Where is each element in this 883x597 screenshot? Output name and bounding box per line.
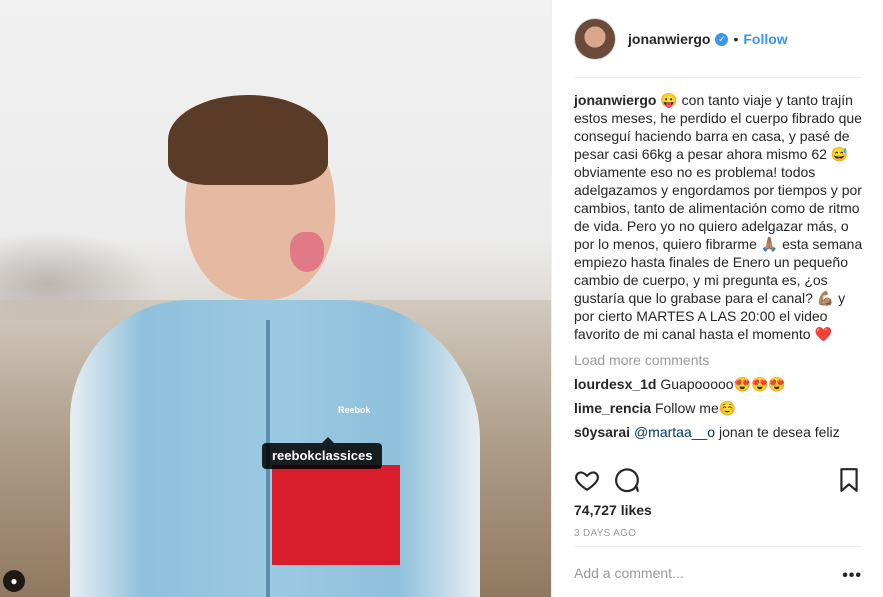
jacket-red-panel bbox=[272, 465, 400, 565]
comment-text: Guapooooo😍😍😍 bbox=[660, 376, 786, 392]
add-comment-input[interactable]: Add a comment... bbox=[574, 565, 684, 581]
comment-item: s0ysarai @martaa__o jonan te desea feliz bbox=[574, 423, 864, 441]
person-hair bbox=[168, 95, 328, 185]
comment-text: jonan te desea feliz bbox=[715, 424, 840, 440]
load-more-comments-link[interactable]: Load more comments bbox=[574, 351, 864, 369]
heart-icon[interactable] bbox=[574, 467, 600, 493]
header-username[interactable]: jonanwiergo bbox=[628, 31, 710, 47]
post-sidebar: jonanwiergo ✓ • Follow jonanwiergo 😛 con… bbox=[551, 0, 883, 597]
comment-username[interactable]: lourdesx_1d bbox=[574, 376, 656, 392]
verified-badge-icon: ✓ bbox=[715, 32, 729, 46]
comment-text: Follow me☺️ bbox=[654, 400, 737, 416]
separator-dot: • bbox=[733, 31, 739, 47]
caption-text: 😛 con tanto viaje y tanto trajín estos m… bbox=[574, 92, 863, 342]
caption-username[interactable]: jonanwiergo bbox=[574, 92, 656, 108]
product-tag[interactable]: reebokclassices bbox=[262, 437, 383, 469]
header-divider bbox=[574, 77, 862, 78]
more-options-icon[interactable]: ••• bbox=[842, 567, 862, 585]
avatar[interactable] bbox=[574, 18, 616, 60]
comment-username[interactable]: s0ysarai bbox=[574, 424, 630, 440]
footer-divider bbox=[574, 546, 862, 547]
person-tongue bbox=[290, 232, 324, 272]
comment-item: lime_rencia Follow me☺️ bbox=[574, 399, 864, 417]
comment-mention[interactable]: @martaa__o bbox=[634, 424, 715, 440]
comment-username[interactable]: lime_rencia bbox=[574, 400, 651, 416]
likes-count[interactable]: 74,727 likes bbox=[574, 502, 652, 518]
post-timestamp[interactable]: 3 DAYS AGO bbox=[574, 528, 636, 539]
bookmark-icon[interactable] bbox=[836, 467, 862, 493]
user-tag-icon[interactable]: ● bbox=[3, 570, 25, 592]
follow-button[interactable]: Follow bbox=[743, 31, 787, 47]
post-header: jonanwiergo ✓ • Follow bbox=[574, 18, 862, 60]
post-image[interactable]: Reebok reebokclassices ● bbox=[0, 0, 551, 597]
comments-section: jonanwiergo 😛 con tanto viaje y tanto tr… bbox=[574, 91, 864, 447]
brand-logo: Reebok bbox=[338, 405, 371, 415]
post-actions bbox=[574, 466, 862, 494]
comment-item: lourdesx_1d Guapooooo😍😍😍 bbox=[574, 375, 864, 393]
caption: jonanwiergo 😛 con tanto viaje y tanto tr… bbox=[574, 91, 864, 343]
comment-icon[interactable] bbox=[614, 467, 640, 493]
